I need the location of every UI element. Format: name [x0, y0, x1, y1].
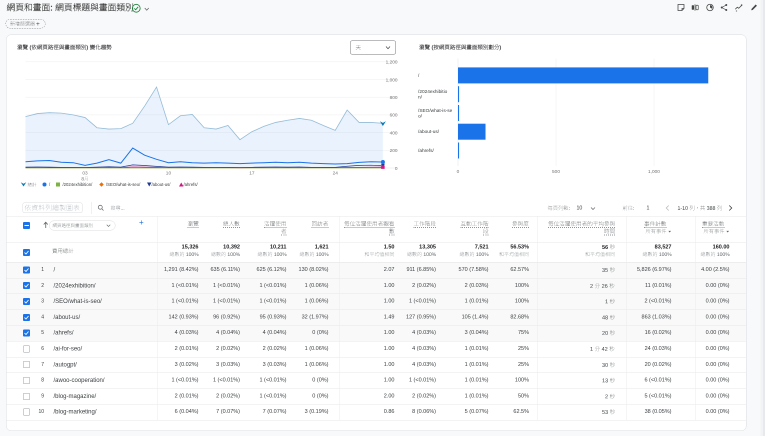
svg-text:/: /	[49, 182, 51, 187]
svg-text:/ahrefs/: /ahrefs/	[184, 182, 199, 187]
svg-text:0: 0	[395, 166, 398, 172]
svg-text:0: 0	[457, 169, 460, 175]
svg-text:o/: o/	[418, 114, 423, 120]
svg-text:/SEO/what-is-se: /SEO/what-is-se	[418, 108, 453, 114]
svg-text:/2024exhibition/: /2024exhibition/	[63, 182, 94, 187]
svg-text:/: /	[418, 73, 420, 79]
svg-text:200: 200	[390, 148, 398, 154]
svg-text:600: 600	[390, 113, 398, 119]
svg-text:1,000: 1,000	[386, 77, 398, 83]
svg-text:10: 10	[166, 171, 172, 177]
svg-text:n/: n/	[418, 95, 423, 101]
svg-text:/2024exhibitio: /2024exhibitio	[418, 89, 448, 95]
svg-text:500: 500	[552, 169, 560, 175]
svg-text:/SEO/what-is-seo/: /SEO/what-is-seo/	[106, 182, 141, 187]
svg-text:/about-us/: /about-us/	[418, 129, 440, 135]
svg-text:24: 24	[333, 171, 339, 177]
svg-text:800: 800	[390, 95, 398, 101]
svg-text:/ahrefs/: /ahrefs/	[418, 148, 435, 154]
svg-text:1,200: 1,200	[386, 60, 398, 66]
svg-text:/about-us/: /about-us/	[152, 182, 172, 187]
svg-text:17: 17	[249, 171, 255, 177]
svg-text:03: 03	[82, 171, 88, 177]
svg-text:1,000: 1,000	[648, 169, 660, 175]
svg-text:400: 400	[390, 130, 398, 136]
